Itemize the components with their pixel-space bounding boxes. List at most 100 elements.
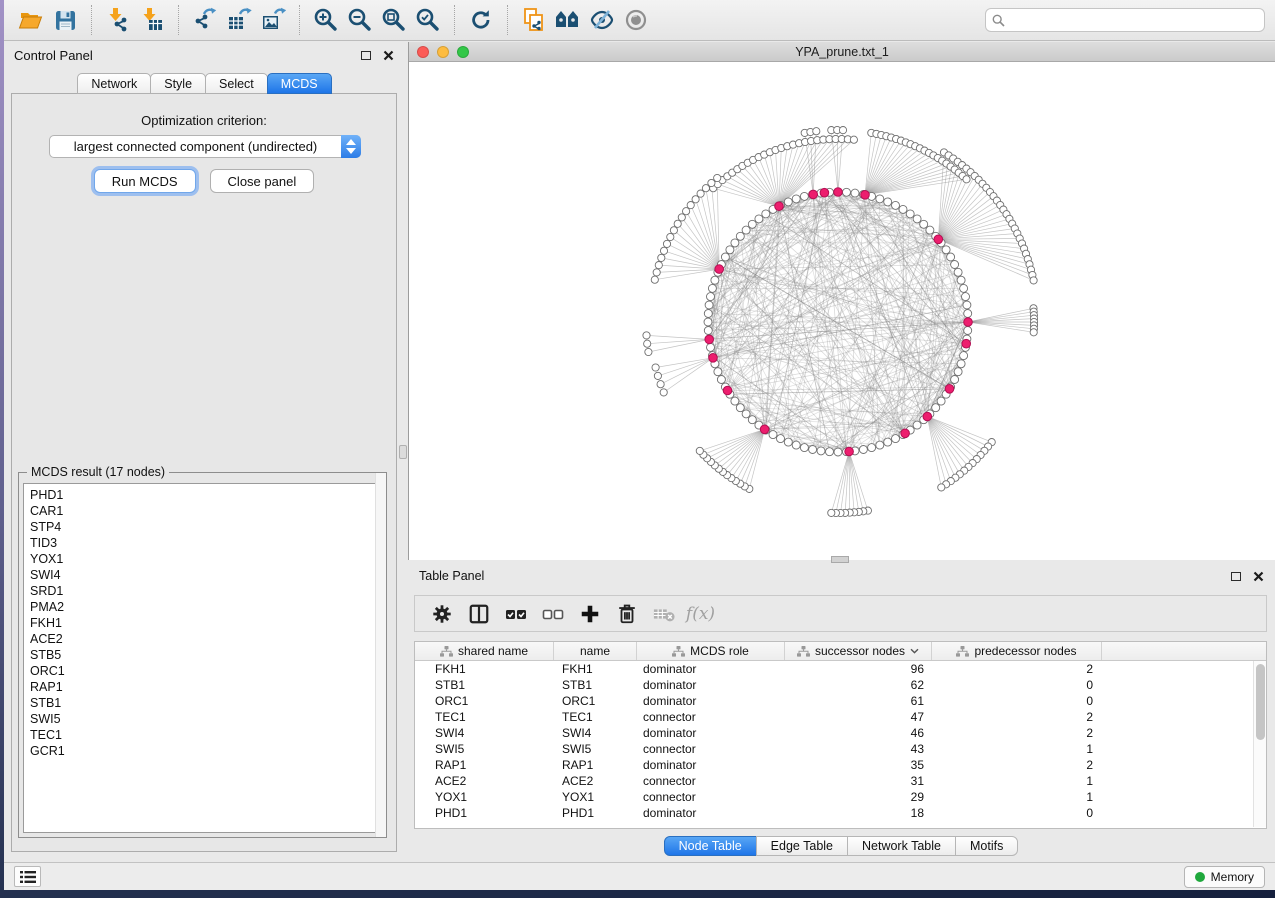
graph-node[interactable]	[899, 205, 907, 213]
table-cell[interactable]: 62	[785, 678, 932, 692]
graph-node[interactable]	[748, 220, 756, 228]
table-cell[interactable]: 2	[932, 710, 1102, 724]
graph-node[interactable]	[667, 233, 674, 240]
table-cell[interactable]: STB1	[554, 678, 637, 692]
hide-selected-icon[interactable]	[585, 3, 619, 37]
table-cell[interactable]: 46	[785, 726, 932, 740]
graph-node[interactable]	[960, 284, 968, 292]
table-cell[interactable]: 29	[785, 790, 932, 804]
table-cell[interactable]: connector	[637, 742, 785, 756]
table-row[interactable]: STB1STB1dominator620	[415, 677, 1253, 693]
table-cell[interactable]: FKH1	[415, 662, 554, 676]
mcds-result-item[interactable]: FKH1	[24, 615, 381, 631]
mcds-result-item[interactable]: TEC1	[24, 727, 381, 743]
zoom-window-icon[interactable]	[457, 46, 469, 58]
graph-node[interactable]	[696, 447, 703, 454]
graph-node[interactable]	[850, 136, 857, 143]
table-cell[interactable]: YOX1	[415, 790, 554, 804]
optimization-criterion-select[interactable]: largest connected component (undirected)	[49, 135, 361, 158]
graph-node[interactable]	[717, 376, 725, 384]
zoom-in-icon[interactable]	[309, 3, 343, 37]
table-cell[interactable]: 2	[932, 726, 1102, 740]
graph-mcds-node[interactable]	[705, 335, 714, 344]
graph-node[interactable]	[755, 215, 763, 223]
graph-node[interactable]	[674, 220, 681, 227]
graph-node[interactable]	[704, 310, 712, 318]
graph-node[interactable]	[645, 348, 652, 355]
minimize-window-icon[interactable]	[437, 46, 449, 58]
tab-node-table[interactable]: Node Table	[664, 836, 757, 856]
mcds-result-item[interactable]: YOX1	[24, 551, 381, 567]
add-column-icon[interactable]	[571, 599, 608, 629]
float-panel-icon[interactable]	[361, 51, 371, 60]
graph-node[interactable]	[644, 340, 651, 347]
delete-column-icon[interactable]	[608, 599, 645, 629]
graph-node[interactable]	[817, 447, 825, 455]
graph-node[interactable]	[868, 444, 876, 452]
mcds-result-item[interactable]: ACE2	[24, 631, 381, 647]
zoom-selected-icon[interactable]	[411, 3, 445, 37]
graph-node[interactable]	[920, 220, 928, 228]
graph-mcds-node[interactable]	[923, 412, 932, 421]
table-cell[interactable]: 0	[932, 806, 1102, 820]
graph-node[interactable]	[784, 438, 792, 446]
graph-node[interactable]	[777, 435, 785, 443]
table-cell[interactable]: SWI5	[554, 742, 637, 756]
graph-node[interactable]	[643, 332, 650, 339]
network-titlebar[interactable]: YPA_prune.txt_1	[409, 42, 1275, 62]
tab-mcds[interactable]: MCDS	[267, 73, 332, 94]
table-cell[interactable]: ACE2	[554, 774, 637, 788]
graph-node[interactable]	[942, 246, 950, 254]
export-table-icon[interactable]	[222, 3, 256, 37]
graph-node[interactable]	[742, 410, 750, 418]
delete-table-icon[interactable]	[645, 599, 682, 629]
table-cell[interactable]: 61	[785, 694, 932, 708]
mcds-result-item[interactable]: SRD1	[24, 583, 381, 599]
table-scrollbar-thumb[interactable]	[1256, 664, 1265, 740]
graph-node[interactable]	[839, 127, 846, 134]
tab-style[interactable]: Style	[150, 73, 206, 94]
graph-mcds-node[interactable]	[775, 202, 784, 211]
close-panel-button[interactable]: Close panel	[210, 169, 315, 193]
graph-node[interactable]	[951, 376, 959, 384]
graph-node[interactable]	[714, 368, 722, 376]
table-cell[interactable]: RAP1	[554, 758, 637, 772]
graph-node[interactable]	[708, 179, 715, 186]
select-stepper-icon[interactable]	[341, 135, 361, 158]
table-cell[interactable]: 0	[932, 694, 1102, 708]
close-panel-icon[interactable]	[1253, 571, 1264, 582]
float-panel-icon[interactable]	[1231, 572, 1241, 581]
table-row[interactable]: ACE2ACE2connector311	[415, 773, 1253, 789]
import-network-icon[interactable]	[101, 3, 135, 37]
graph-node[interactable]	[663, 240, 670, 247]
graph-node[interactable]	[932, 404, 940, 412]
graph-node[interactable]	[652, 364, 659, 371]
show-all-icon[interactable]	[619, 3, 653, 37]
graph-node[interactable]	[800, 192, 808, 200]
graph-node[interactable]	[954, 268, 962, 276]
tab-motifs[interactable]: Motifs	[955, 836, 1018, 856]
settings-gear-icon[interactable]	[423, 599, 460, 629]
graph-node[interactable]	[654, 372, 661, 379]
graph-mcds-node[interactable]	[964, 318, 973, 327]
save-session-icon[interactable]	[48, 3, 82, 37]
mcds-result-item[interactable]: SWI5	[24, 711, 381, 727]
graph-mcds-node[interactable]	[934, 235, 943, 244]
graph-mcds-node[interactable]	[760, 425, 769, 434]
table-cell[interactable]: dominator	[637, 694, 785, 708]
graph-node[interactable]	[704, 327, 712, 335]
graph-node[interactable]	[653, 269, 660, 276]
graph-node[interactable]	[957, 360, 965, 368]
column-header-mcds-role[interactable]: MCDS role	[637, 642, 785, 660]
zoom-out-icon[interactable]	[343, 3, 377, 37]
table-cell[interactable]: FKH1	[554, 662, 637, 676]
graph-node[interactable]	[736, 404, 744, 412]
graph-mcds-node[interactable]	[723, 386, 732, 395]
graph-node[interactable]	[963, 301, 971, 309]
graph-node[interactable]	[792, 195, 800, 203]
splitter-handle-horizontal[interactable]	[831, 556, 849, 563]
graph-node[interactable]	[884, 198, 892, 206]
graph-node[interactable]	[784, 198, 792, 206]
graph-node[interactable]	[711, 276, 719, 284]
graph-node[interactable]	[834, 448, 842, 456]
